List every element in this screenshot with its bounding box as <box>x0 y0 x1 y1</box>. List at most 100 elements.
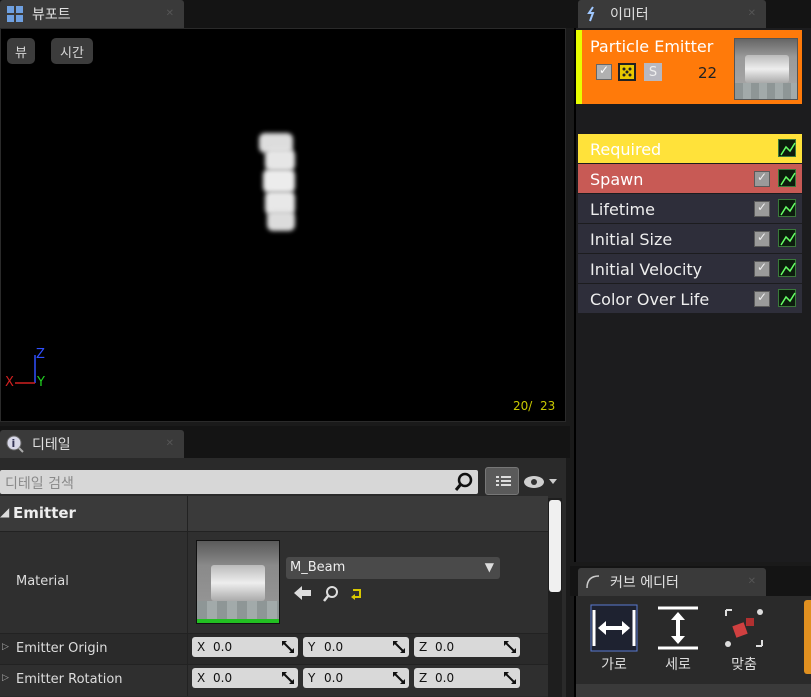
rotation-y-value: 0.0 <box>324 671 344 685</box>
tab-details[interactable]: i 디테일 ✕ <box>0 430 184 458</box>
module-enable-checkbox[interactable] <box>754 290 770 307</box>
drag-arrows-icon <box>282 672 294 684</box>
frame-counter: 20/ 23 <box>513 399 556 413</box>
expand-arrow-icon[interactable]: ▷ <box>2 642 9 652</box>
curve-icon[interactable] <box>778 289 796 307</box>
browse-search-icon[interactable] <box>322 585 340 603</box>
module-initial-velocity[interactable]: Initial Velocity <box>578 254 802 283</box>
collapse-arrow-icon: ◢ <box>0 505 10 519</box>
curve-icon[interactable] <box>778 139 796 157</box>
drag-arrows-icon <box>504 672 516 684</box>
module-enable-checkbox[interactable] <box>754 170 770 187</box>
y-axis-label: Y <box>308 640 316 654</box>
emitter-section-header[interactable]: ◢ Emitter <box>0 496 548 532</box>
tab-curve-editor[interactable]: 커브 에디터 ✕ <box>578 568 766 596</box>
reset-to-default-icon[interactable] <box>350 587 364 601</box>
module-label: Initial Size <box>590 230 673 249</box>
module-color-over-life[interactable]: Color Over Life <box>578 284 802 313</box>
module-label: Initial Velocity <box>590 260 703 279</box>
emitter-origin-label: Emitter Origin <box>16 641 108 656</box>
eye-visibility-button[interactable] <box>522 470 562 494</box>
module-lifetime[interactable]: Lifetime <box>578 194 802 223</box>
emitter-thumbnail <box>734 38 798 100</box>
scrollbar-thumb[interactable] <box>549 500 561 592</box>
particle-preview <box>251 129 311 239</box>
module-label: Spawn <box>590 170 644 189</box>
axis-z-label: Z <box>36 347 45 362</box>
curve-icon[interactable] <box>778 259 796 277</box>
fit-label: 맞춤 <box>731 657 757 673</box>
axis-y-label: Y <box>37 375 45 390</box>
tab-emitters[interactable]: 이미터 ✕ <box>578 0 766 28</box>
view-button[interactable]: 뷰 <box>7 38 35 64</box>
vertical-label: 세로 <box>665 657 691 673</box>
details-scrollbar[interactable] <box>548 498 562 697</box>
render-mode-icon[interactable] <box>618 63 636 81</box>
svg-text:i: i <box>12 437 16 450</box>
x-axis-label: X <box>197 671 206 685</box>
curve-icon[interactable] <box>778 199 796 217</box>
curve-editor-icon <box>584 573 602 591</box>
module-enable-checkbox[interactable] <box>754 260 770 277</box>
emitter-card[interactable]: Particle Emitter ✓ S 22 <box>576 30 802 104</box>
origin-y-field[interactable]: Y 0.0 <box>303 637 409 657</box>
module-spawn[interactable]: Spawn <box>578 164 802 193</box>
y-axis-label: Y <box>308 671 316 685</box>
close-icon[interactable]: ✕ <box>166 438 174 449</box>
time-button[interactable]: 시간 <box>51 38 93 64</box>
origin-z-field[interactable]: Z 0.0 <box>414 637 520 657</box>
module-required[interactable]: Required <box>578 134 802 163</box>
material-dropdown[interactable]: M_Beam ▼ <box>286 557 500 579</box>
z-axis-label: Z <box>419 640 428 654</box>
rotation-z-field[interactable]: Z 0.0 <box>414 668 520 688</box>
axis-x-label: X <box>5 375 14 390</box>
origin-y-value: 0.0 <box>324 640 344 654</box>
particle-count: 22 <box>698 64 718 82</box>
curve-icon[interactable] <box>778 169 796 187</box>
z-axis-label: Z <box>419 671 428 685</box>
viewport-canvas[interactable]: 뷰 시간 Z X Y 20/ 23 <box>0 28 566 422</box>
rotation-x-field[interactable]: X 0.0 <box>192 668 298 688</box>
fit-button[interactable] <box>720 604 768 652</box>
module-enable-checkbox[interactable] <box>754 230 770 247</box>
solo-button[interactable]: S <box>644 63 662 81</box>
solo-label: S <box>648 64 658 80</box>
rotation-x-value: 0.0 <box>213 671 233 685</box>
origin-x-field[interactable]: X 0.0 <box>192 637 298 657</box>
viewport-tab-title: 뷰포트 <box>32 7 71 23</box>
curve-icon[interactable] <box>778 229 796 247</box>
use-selected-arrow-icon[interactable] <box>294 585 312 603</box>
curve-editor-tab-title: 커브 에디터 <box>610 575 679 591</box>
module-initial-size[interactable]: Initial Size <box>578 224 802 253</box>
close-icon[interactable]: ✕ <box>748 8 756 19</box>
horizontal-label: 가로 <box>601 657 627 673</box>
expand-arrow-icon[interactable]: ▷ <box>2 673 9 683</box>
vertical-fit-button[interactable] <box>654 604 702 652</box>
details-search-input[interactable]: 디테일 검색 <box>0 470 478 494</box>
module-enable-checkbox[interactable] <box>754 200 770 217</box>
close-icon[interactable]: ✕ <box>166 8 174 19</box>
grid-view-button[interactable] <box>485 467 519 495</box>
horizontal-fit-button[interactable] <box>590 604 638 652</box>
drag-arrows-icon <box>393 672 405 684</box>
curve-editor-body: 가로 세로 맞춤 <box>574 596 811 697</box>
module-label: Lifetime <box>590 200 655 219</box>
emitter-enable-checkbox[interactable]: ✓ <box>596 63 612 80</box>
emitters-tab-title: 이미터 <box>610 7 649 23</box>
chevron-down-icon: ▼ <box>484 560 494 574</box>
drag-arrows-icon <box>393 641 405 653</box>
search-icon[interactable] <box>454 472 474 492</box>
rotation-y-field[interactable]: Y 0.0 <box>303 668 409 688</box>
drag-arrows-icon <box>282 641 294 653</box>
material-row: Material M_Beam ▼ <box>0 532 548 634</box>
material-label: Material <box>16 574 69 589</box>
curve-editor-orange-tab[interactable] <box>804 600 811 674</box>
tab-viewport[interactable]: 뷰포트 ✕ <box>0 0 184 28</box>
origin-z-value: 0.0 <box>435 640 455 654</box>
rotation-z-value: 0.0 <box>435 671 455 685</box>
origin-x-value: 0.0 <box>213 640 233 654</box>
info-icon: i <box>6 435 24 453</box>
emitter-rotation-label: Emitter Rotation <box>16 672 123 687</box>
close-icon[interactable]: ✕ <box>748 576 756 587</box>
material-thumbnail[interactable] <box>196 540 280 624</box>
